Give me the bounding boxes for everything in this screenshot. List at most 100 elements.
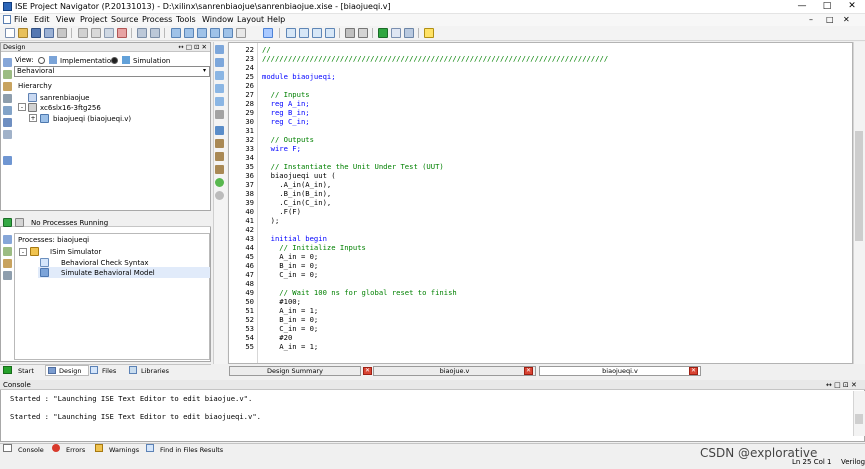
menu-tools[interactable]: Tools <box>176 15 196 24</box>
side-tool-icon[interactable] <box>215 126 224 135</box>
process-tool-icon-2[interactable] <box>3 247 12 256</box>
cascade-icon[interactable] <box>312 28 322 38</box>
code-text: .B_in(B_in), <box>262 189 332 198</box>
run-process-icon[interactable] <box>3 218 12 227</box>
close-tab-icon[interactable]: ✕ <box>363 367 372 375</box>
process-simulate[interactable]: Simulate Behavioral Model <box>61 269 155 277</box>
menu-source[interactable]: Source <box>111 15 138 24</box>
implementation-label[interactable]: Implementation <box>60 57 116 65</box>
process-tool-icon-4[interactable] <box>3 271 12 280</box>
find-icon[interactable] <box>210 28 220 38</box>
process-tool-icon[interactable] <box>3 235 12 244</box>
side-tool-icon[interactable] <box>215 139 224 148</box>
copy-icon[interactable] <box>91 28 101 38</box>
tab-libraries[interactable]: Libraries <box>141 367 169 375</box>
close-tab-icon[interactable]: ✕ <box>689 367 698 375</box>
open-folder-icon[interactable] <box>18 28 28 38</box>
maximize-button[interactable]: □ <box>815 0 839 13</box>
inner-maximize-button[interactable]: □ <box>826 15 834 24</box>
menu-window[interactable]: Window <box>202 15 234 24</box>
inner-minimize-button[interactable]: – <box>809 15 813 24</box>
tab-find-results[interactable]: Find in Files Results <box>160 446 223 454</box>
collapse-icon[interactable]: - <box>18 103 26 111</box>
tab-files[interactable]: Files <box>102 367 116 375</box>
menu-help[interactable]: Help <box>267 15 285 24</box>
lightbulb-icon[interactable] <box>424 28 434 38</box>
menu-edit[interactable]: Edit <box>34 15 50 24</box>
side-tool-icon[interactable] <box>215 45 224 54</box>
process-check-syntax[interactable]: Behavioral Check Syntax <box>61 259 149 267</box>
side-tool-icon[interactable] <box>215 152 224 161</box>
side-tool-icon[interactable] <box>215 165 224 174</box>
search-icon[interactable] <box>236 28 246 38</box>
open-icon[interactable] <box>3 94 12 103</box>
print-icon[interactable] <box>57 28 67 38</box>
add-copy-icon[interactable] <box>3 70 12 79</box>
tab-console[interactable]: Console <box>18 446 44 454</box>
hierarchy-icon[interactable] <box>404 28 414 38</box>
tab-design[interactable]: Design <box>59 367 81 375</box>
zoom-in-icon[interactable] <box>171 28 181 38</box>
code-text: #100; <box>262 297 301 306</box>
side-tool-icon[interactable] <box>215 71 224 80</box>
sim-radio[interactable] <box>111 57 118 64</box>
wrench-icon[interactable] <box>345 28 355 38</box>
tree-biaojueqi[interactable]: biaojueqi (biaojueqi.v) <box>53 115 131 123</box>
window-icon[interactable] <box>299 28 309 38</box>
undo-icon[interactable] <box>137 28 147 38</box>
add-source-icon[interactable] <box>3 58 12 67</box>
tile-icon[interactable] <box>325 28 335 38</box>
zoom-fit-icon[interactable] <box>197 28 207 38</box>
inner-close-button[interactable]: ✕ <box>843 15 850 24</box>
tab-start[interactable]: Start <box>18 367 34 375</box>
save-all-icon[interactable] <box>44 28 54 38</box>
menu-layout[interactable]: Layout <box>237 15 264 24</box>
tab-errors[interactable]: Errors <box>66 446 85 454</box>
run-icon[interactable] <box>378 28 388 38</box>
cut-icon[interactable] <box>78 28 88 38</box>
edit-mode-icon[interactable] <box>263 28 273 38</box>
impl-radio[interactable] <box>38 57 45 64</box>
close-button[interactable]: ✕ <box>840 0 864 13</box>
project-settings-icon[interactable] <box>3 82 12 91</box>
gray-circle-icon[interactable] <box>215 191 224 200</box>
expand-icon[interactable]: + <box>29 114 37 122</box>
tab-warnings[interactable]: Warnings <box>109 446 139 454</box>
sigma-icon[interactable] <box>391 28 401 38</box>
side-tool-icon[interactable] <box>215 97 224 106</box>
redo-icon[interactable] <box>150 28 160 38</box>
panel-icon[interactable] <box>286 28 296 38</box>
side-tool-icon[interactable] <box>215 84 224 93</box>
menu-file[interactable]: File <box>14 15 27 24</box>
process-tool-icon-3[interactable] <box>3 259 12 268</box>
close-tab-icon[interactable]: ✕ <box>524 367 533 375</box>
menu-project[interactable]: Project <box>80 15 107 24</box>
panel-controls[interactable]: ↔ □ ⊡ ✕ <box>178 43 207 52</box>
paste-icon[interactable] <box>104 28 114 38</box>
console-scroll-thumb[interactable] <box>855 414 863 424</box>
menu-view[interactable]: View <box>56 15 75 24</box>
chevron-down-icon[interactable]: ▾ <box>200 67 209 76</box>
find-next-icon[interactable] <box>223 28 233 38</box>
zoom-out-icon[interactable] <box>184 28 194 38</box>
side-tool-icon[interactable] <box>215 58 224 67</box>
list-icon[interactable] <box>3 130 12 139</box>
save-icon[interactable] <box>31 28 41 38</box>
tree-project[interactable]: sanrenbiaojue <box>40 94 90 102</box>
editor-scroll-thumb[interactable] <box>855 131 863 241</box>
green-circle-icon[interactable] <box>215 178 224 187</box>
collapse-icon[interactable]: - <box>19 248 27 256</box>
console-controls[interactable]: ↔ □ ⊡ ✕ <box>826 381 857 389</box>
tasks-icon[interactable] <box>3 156 12 165</box>
new-file-icon[interactable] <box>5 28 15 38</box>
properties-icon[interactable] <box>3 118 12 127</box>
simulation-label[interactable]: Simulation <box>133 57 170 65</box>
help-context-icon[interactable] <box>358 28 368 38</box>
menu-process[interactable]: Process <box>142 15 172 24</box>
minimize-button[interactable]: — <box>790 0 814 13</box>
delete-icon[interactable] <box>117 28 127 38</box>
tree-device[interactable]: xc6slx16-3ftg256 <box>40 104 101 112</box>
hierarchy-icon[interactable] <box>3 106 12 115</box>
process-isim[interactable]: ISim Simulator <box>50 248 101 256</box>
side-tool-icon[interactable] <box>215 110 224 119</box>
